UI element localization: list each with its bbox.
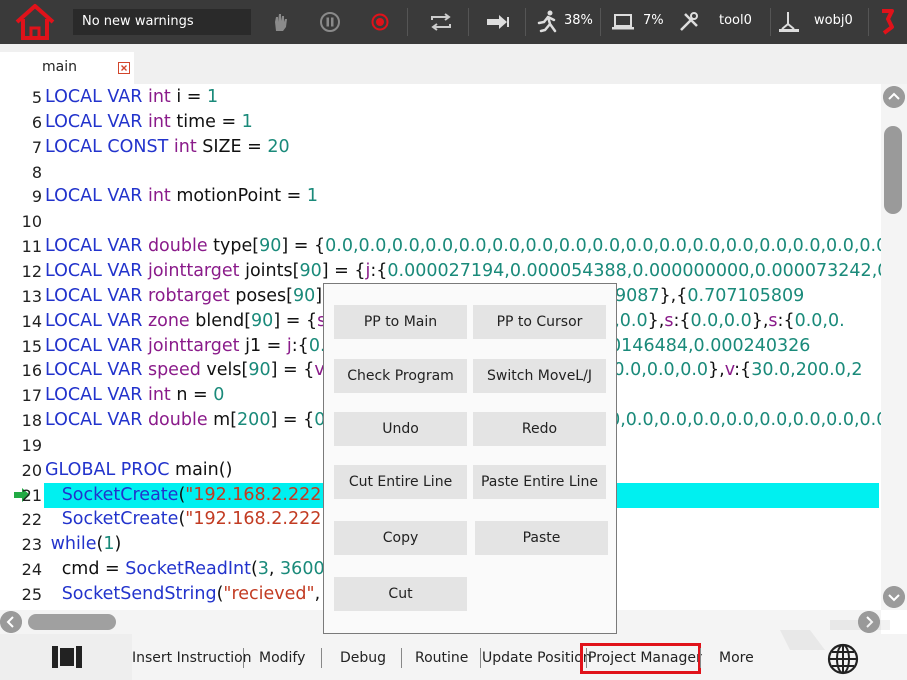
- step-forward-icon[interactable]: [485, 9, 511, 35]
- cut-entire-line-button[interactable]: Cut Entire Line: [334, 465, 467, 499]
- robot-arm-icon[interactable]: [874, 9, 900, 35]
- code-text: cmd = SocketReadInt(3, 36000: [45, 559, 336, 580]
- line-number: 11: [21, 237, 42, 257]
- code-text: SocketCreate("192.168.2.222",: [61, 484, 335, 505]
- code-text: while(1): [50, 534, 122, 555]
- line-number: 17: [21, 386, 42, 406]
- line-number: 19: [21, 435, 42, 455]
- line-number: 25: [21, 585, 42, 604]
- line-number: 14: [21, 311, 42, 331]
- line-number: 6: [31, 112, 42, 132]
- record-icon[interactable]: [367, 9, 393, 35]
- line-number: 23: [21, 535, 42, 555]
- undo-button[interactable]: Undo: [334, 412, 467, 446]
- more-button[interactable]: More: [719, 650, 754, 666]
- code-text: LOCAL VAR int time = 1: [45, 111, 253, 132]
- code-text: SocketCreate("192.168.2.222",: [61, 509, 335, 530]
- code-line[interactable]: 6 LOCAL VAR int time = 1: [0, 110, 881, 135]
- line-number: 13: [21, 286, 42, 306]
- code-line[interactable]: 10: [0, 209, 881, 234]
- check-program-button[interactable]: Check Program: [334, 359, 467, 393]
- update-position-button[interactable]: Update Position: [482, 650, 592, 666]
- close-icon[interactable]: [118, 62, 130, 74]
- code-text: LOCAL CONST int SIZE = 20: [45, 136, 290, 157]
- line-number: 24: [21, 560, 42, 580]
- vertical-scroll-thumb[interactable]: [884, 126, 902, 214]
- wobj-name: wobj0: [814, 13, 853, 28]
- edit-popup-menu: PP to Main PP to Cursor Check Program Sw…: [323, 283, 617, 634]
- cut-button[interactable]: Cut: [334, 577, 467, 611]
- line-number: 9: [31, 187, 42, 207]
- code-text: SocketSendString("recieved", r: [61, 584, 333, 604]
- tab-strip: main: [0, 44, 907, 84]
- horizontal-scroll-thumb[interactable]: [28, 614, 116, 630]
- wobj-icon[interactable]: [776, 9, 802, 35]
- insert-instruction-button[interactable]: Insert Instruction: [132, 650, 252, 666]
- loop-icon[interactable]: [428, 9, 454, 35]
- status-bar: No new warnings 38% 7% tool0 wobj0: [0, 0, 907, 44]
- scroll-down-icon[interactable]: [883, 586, 905, 608]
- code-line[interactable]: 9 LOCAL VAR int motionPoint = 1: [0, 184, 881, 209]
- watermark-logo-icon: [780, 620, 890, 650]
- code-line[interactable]: 12 LOCAL VAR jointtarget joints[90] = {j:…: [0, 259, 881, 284]
- redo-button[interactable]: Redo: [473, 412, 606, 446]
- line-number: 21: [21, 485, 42, 505]
- scroll-left-icon[interactable]: [0, 611, 22, 633]
- line-number: 18: [21, 411, 42, 431]
- speed-icon[interactable]: [535, 9, 561, 35]
- line-number: 16: [21, 361, 42, 381]
- code-line[interactable]: 7 LOCAL CONST int SIZE = 20: [0, 135, 881, 160]
- pp-to-main-button[interactable]: PP to Main: [334, 305, 467, 339]
- panel-toggle-area: [0, 634, 132, 680]
- tab-main-label: main: [42, 59, 77, 75]
- line-number: 8: [31, 162, 42, 182]
- switch-movel-j-button[interactable]: Switch MoveL/J: [473, 359, 606, 393]
- debug-button[interactable]: Debug: [340, 650, 386, 666]
- load-value: 7%: [643, 13, 664, 28]
- paste-entire-line-button[interactable]: Paste Entire Line: [473, 465, 606, 499]
- scroll-up-icon[interactable]: [883, 86, 905, 108]
- line-number: 10: [21, 212, 42, 232]
- line-number: 20: [21, 460, 42, 480]
- tool-name: tool0: [719, 13, 752, 28]
- code-text: LOCAL VAR int motionPoint = 1: [45, 186, 318, 207]
- code-text: LOCAL VAR int i = 1: [45, 87, 219, 107]
- code-text: LOCAL VAR int n = 0: [45, 385, 225, 406]
- paste-button[interactable]: Paste: [475, 521, 608, 555]
- routine-button[interactable]: Routine: [415, 650, 468, 666]
- line-number: 7: [31, 137, 42, 157]
- copy-button[interactable]: Copy: [334, 521, 467, 555]
- panel-toggle-icon[interactable]: [52, 646, 82, 668]
- hand-icon[interactable]: [267, 9, 293, 35]
- modify-button[interactable]: Modify: [259, 650, 305, 666]
- home-icon[interactable]: [12, 2, 58, 42]
- tool-icon[interactable]: [676, 9, 702, 35]
- code-text: LOCAL VAR jointtarget joints[90] = {j:{0…: [45, 260, 881, 281]
- project-manager-highlight: [580, 643, 701, 674]
- line-number: 12: [21, 261, 42, 281]
- code-line[interactable]: 5 LOCAL VAR int i = 1: [0, 85, 881, 110]
- pp-to-cursor-button[interactable]: PP to Cursor: [473, 305, 606, 339]
- code-text: LOCAL VAR double type[90] = {0.0,0.0,0.0…: [45, 236, 881, 257]
- pause-icon[interactable]: [317, 9, 343, 35]
- line-number: 5: [31, 88, 42, 107]
- code-text: GLOBAL PROC main(): [45, 459, 233, 480]
- tab-main[interactable]: main: [0, 52, 134, 84]
- laptop-icon[interactable]: [610, 9, 636, 35]
- warnings-display[interactable]: No new warnings: [73, 9, 251, 35]
- speed-value: 38%: [564, 13, 593, 28]
- code-line[interactable]: 8: [0, 160, 881, 185]
- code-line[interactable]: 11 LOCAL VAR double type[90] = {0.0,0.0,0…: [0, 234, 881, 259]
- line-number: 15: [21, 336, 42, 356]
- line-number: 22: [21, 510, 42, 530]
